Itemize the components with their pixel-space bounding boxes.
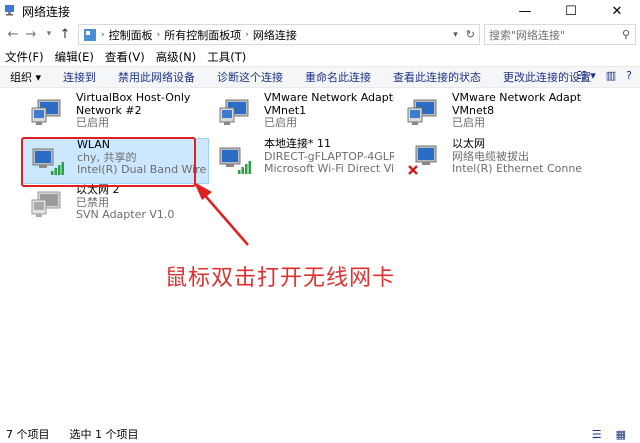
details-view-icon[interactable]: ☰ — [592, 428, 602, 441]
item-count: 7 个项目 — [6, 428, 50, 441]
annotation-arrow-icon — [194, 182, 249, 246]
annotation-text: 鼠标双击打开无线网卡 — [165, 266, 396, 291]
large-icons-view-icon[interactable]: ▦ — [616, 428, 626, 441]
selected-count: 选中 1 个项目 — [69, 428, 139, 441]
status-bar: 7 个项目 选中 1 个项目 ☰ ▦ — [0, 425, 640, 443]
